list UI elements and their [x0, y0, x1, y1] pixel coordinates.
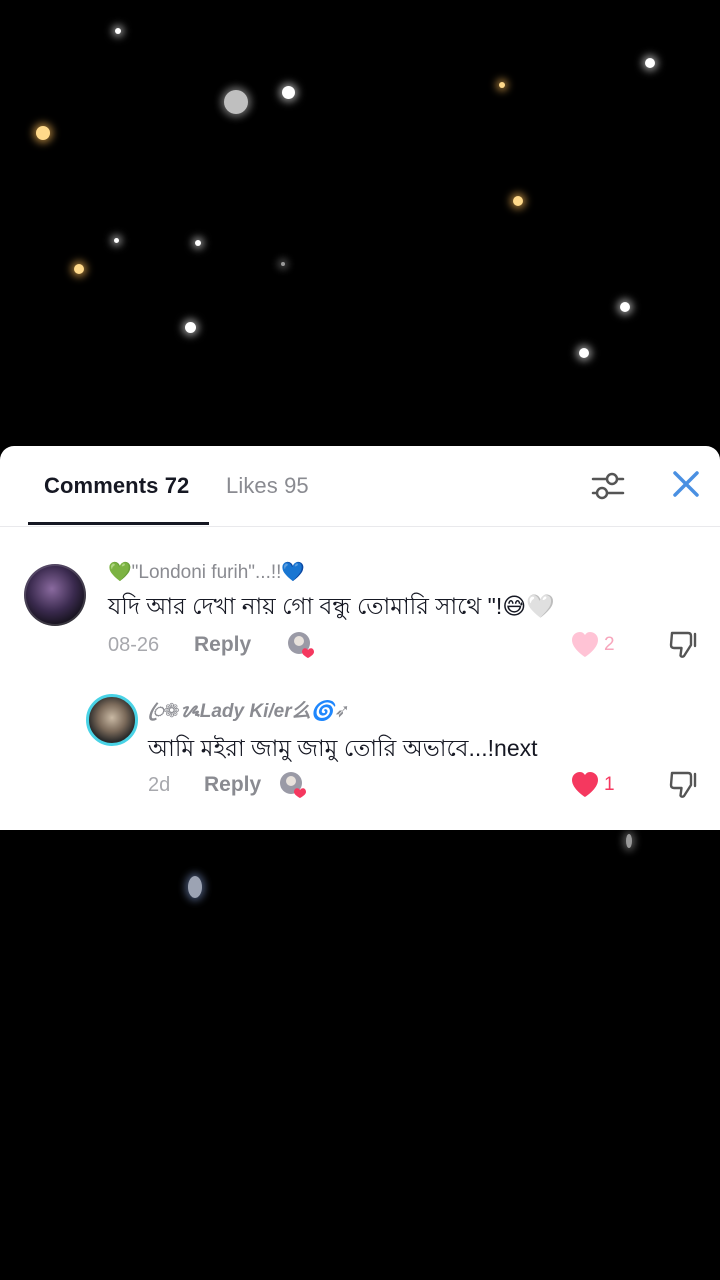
reply-button[interactable]: Reply	[204, 773, 261, 797]
tab-likes[interactable]: Likes 95	[226, 473, 309, 499]
thumbs-down-icon[interactable]	[668, 770, 700, 800]
comment-username[interactable]: 💚"Londoni furih"...!!💙	[108, 560, 305, 584]
heart-icon	[572, 772, 598, 797]
close-button[interactable]	[666, 464, 706, 504]
close-icon	[673, 471, 699, 497]
comments-panel: Comments 72 Likes 95 💚"Londoni furih"...…	[0, 446, 720, 830]
reply-item: ꦿ❁ᝰLady Ki/er么🌀➶ আমি মইরা জামু জামু তোরি…	[0, 694, 720, 804]
like-count: 1	[604, 774, 615, 795]
comment-date: 08-26	[108, 634, 160, 656]
like-button[interactable]: 2	[570, 631, 615, 659]
tab-bar: Comments 72 Likes 95	[0, 446, 720, 527]
filter-button[interactable]	[588, 466, 628, 506]
reply-button[interactable]: Reply	[194, 633, 251, 657]
thumbs-down-icon[interactable]	[668, 630, 700, 660]
comment-text: আমি মইরা জামু জামু তোরি অভাবে...!next	[148, 735, 538, 761]
comment-date: 2d	[148, 774, 171, 796]
comment-item: 💚"Londoni furih"...!!💙 যদি আর দেখা নায় …	[0, 562, 720, 674]
like-count: 2	[604, 634, 615, 655]
comment-text: যদি আর দেখা নায় গো বন্ধু তোমারি সাথে "!…	[108, 593, 555, 619]
avatar[interactable]	[86, 694, 138, 746]
heart-icon	[572, 632, 598, 657]
creator-liked-badge-icon	[288, 632, 314, 658]
tab-comments[interactable]: Comments 72	[44, 473, 189, 499]
avatar[interactable]	[24, 564, 86, 626]
creator-liked-badge-icon	[280, 772, 306, 798]
filter-sliders-icon	[591, 472, 625, 500]
active-tab-indicator	[28, 522, 209, 525]
like-button[interactable]: 1	[570, 771, 615, 799]
